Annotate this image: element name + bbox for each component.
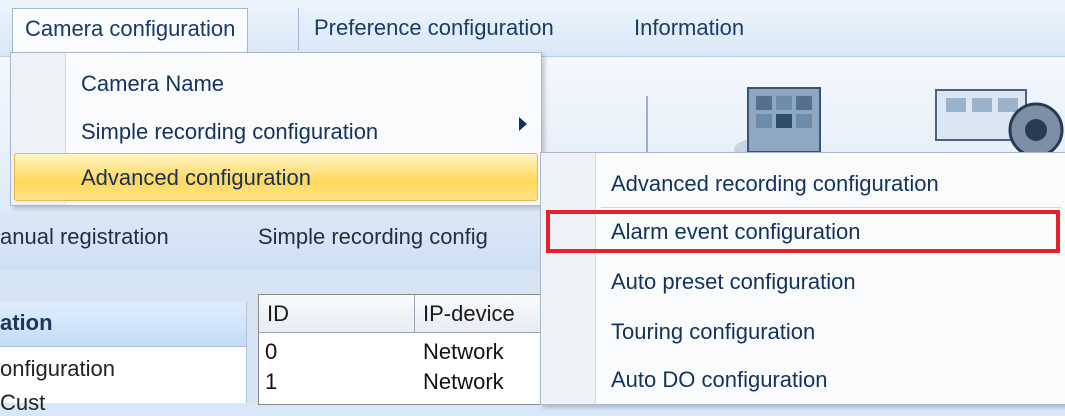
camera-configuration-menu: Camera Name Simple recording configurati…: [10, 52, 542, 206]
camera-grid-icon[interactable]: [720, 80, 830, 160]
menu-item-camera-name[interactable]: Camera Name: [81, 71, 224, 97]
menu-information[interactable]: Information: [622, 8, 756, 48]
menu-separator: [298, 8, 299, 50]
menu-item-auto-do-configuration[interactable]: Auto DO configuration: [611, 367, 827, 393]
panel-header-label: ation: [0, 310, 53, 335]
toolbar-manual-registration[interactable]: anual registration: [0, 224, 169, 250]
device-table: ID IP-device 0 Network 1 Network: [258, 294, 550, 405]
menu-item-advanced-recording-configuration[interactable]: Advanced recording configuration: [611, 171, 939, 197]
toolbar-simple-recording-config[interactable]: Simple recording config: [258, 224, 488, 250]
tree-item-configuration[interactable]: onfiguration: [0, 356, 115, 382]
table-cell-id[interactable]: 1: [265, 369, 277, 395]
menu-divider: [601, 207, 1061, 208]
menu-item-touring-configuration[interactable]: Touring configuration: [611, 319, 815, 345]
tree-item-custom[interactable]: Cust: [0, 390, 45, 416]
menu-preference-configuration[interactable]: Preference configuration: [302, 8, 566, 48]
menu-item-advanced-configuration[interactable]: Advanced configuration: [81, 165, 311, 191]
column-header-id[interactable]: ID: [259, 295, 415, 333]
table-cell-id[interactable]: 0: [265, 339, 277, 365]
advanced-configuration-submenu: Advanced recording configuration Alarm e…: [540, 152, 1065, 405]
menu-camera-configuration[interactable]: Camera configuration: [12, 8, 249, 53]
menu-gutter: [541, 153, 596, 404]
table-cell-device[interactable]: Network: [423, 369, 504, 395]
menu-bar: Camera configuration Preference configur…: [0, 0, 1065, 57]
panel-header: ation: [0, 302, 246, 347]
submenu-arrow-icon: [519, 117, 527, 131]
menu-item-auto-preset-configuration[interactable]: Auto preset configuration: [611, 269, 856, 295]
alarm-event-highlight-box: [546, 210, 1060, 253]
menu-item-simple-recording-configuration[interactable]: Simple recording configuration: [81, 119, 378, 145]
video-film-icon[interactable]: [928, 80, 1065, 160]
table-cell-device[interactable]: Network: [423, 339, 504, 365]
navigation-panel: ation onfiguration Cust: [0, 302, 247, 415]
column-header-ip-device[interactable]: IP-device: [415, 295, 549, 333]
